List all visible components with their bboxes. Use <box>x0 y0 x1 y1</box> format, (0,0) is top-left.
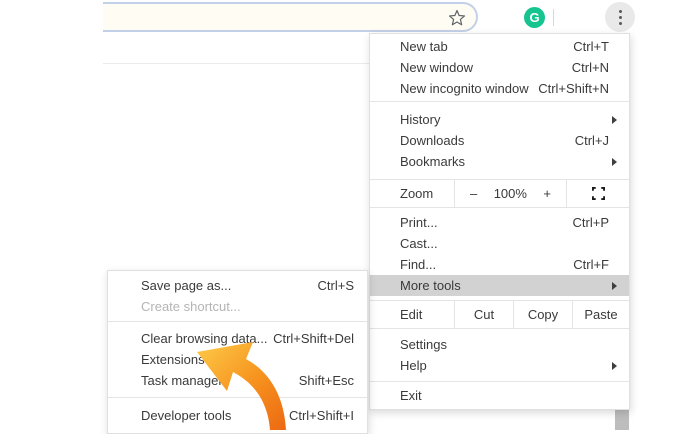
zoom-in-button[interactable]: + <box>543 186 551 201</box>
chrome-menu-button[interactable] <box>605 2 635 32</box>
three-dots-icon <box>619 10 622 25</box>
shortcut-label: Ctrl+Shift+N <box>538 81 609 96</box>
shortcut-label: Ctrl+T <box>573 39 609 54</box>
menu-item-label: New incognito window <box>400 81 538 96</box>
grammarly-extension-icon[interactable]: G <box>524 7 545 28</box>
submenu-arrow-icon <box>612 158 617 166</box>
submenu-section-tools: Clear browsing data... Ctrl+Shift+Del Ex… <box>108 322 367 397</box>
menu-section-edit: Edit Cut Copy Paste <box>370 301 629 328</box>
menu-item-label: History <box>400 112 612 127</box>
shortcut-label: Ctrl+Shift+Del <box>273 331 354 346</box>
menu-item-exit[interactable]: Exit <box>370 385 629 406</box>
menu-item-extensions[interactable]: Extensions <box>108 349 367 370</box>
menu-item-label: Extensions <box>141 352 354 367</box>
shortcut-label: Ctrl+P <box>573 215 609 230</box>
menu-section-print: Print... Ctrl+P Cast... Find... Ctrl+F M… <box>370 208 629 300</box>
shortcut-label: Ctrl+Shift+I <box>289 408 354 423</box>
menu-item-label: Cast... <box>400 236 619 251</box>
menu-item-downloads[interactable]: Downloads Ctrl+J <box>370 130 629 151</box>
submenu-section-devtools: Developer tools Ctrl+Shift+I <box>108 398 367 433</box>
menu-item-label: Task manager <box>141 373 299 388</box>
menu-item-cast[interactable]: Cast... <box>370 233 629 254</box>
browser-window: { "toolbar": { "grammarly_letter": "G", … <box>0 0 700 430</box>
menu-item-more-tools[interactable]: More tools <box>370 275 629 296</box>
menu-item-settings[interactable]: Settings <box>370 334 629 355</box>
zoom-row: Zoom – 100% + <box>370 180 629 207</box>
menu-item-label: Exit <box>400 388 619 403</box>
menu-item-label: Find... <box>400 257 573 272</box>
menu-section-zoom: Zoom – 100% + <box>370 180 629 207</box>
menu-item-clear-browsing-data[interactable]: Clear browsing data... Ctrl+Shift+Del <box>108 328 367 349</box>
menu-item-print[interactable]: Print... Ctrl+P <box>370 212 629 233</box>
toolbar-divider <box>553 9 554 26</box>
menu-section-new: New tab Ctrl+T New window Ctrl+N New inc… <box>370 34 629 101</box>
shortcut-label: Ctrl+S <box>318 278 354 293</box>
shortcut-label: Ctrl+N <box>572 60 609 75</box>
menu-item-label: Help <box>400 358 612 373</box>
zoom-label: Zoom <box>370 180 454 207</box>
submenu-arrow-icon <box>612 282 617 290</box>
shortcut-label: Ctrl+J <box>575 133 609 148</box>
menu-item-label: Clear browsing data... <box>141 331 273 346</box>
fullscreen-icon <box>592 187 605 200</box>
more-tools-submenu: Save page as... Ctrl+S Create shortcut..… <box>107 270 368 434</box>
bookmark-star-icon[interactable] <box>447 8 467 28</box>
address-bar[interactable] <box>103 2 478 32</box>
copy-button[interactable]: Copy <box>514 301 572 328</box>
menu-section-exit: Exit <box>370 382 629 409</box>
fullscreen-button[interactable] <box>567 180 629 207</box>
menu-item-label: Downloads <box>400 133 575 148</box>
menu-item-create-shortcut: Create shortcut... <box>108 296 367 317</box>
zoom-out-button[interactable]: – <box>470 186 477 201</box>
shortcut-label: Shift+Esc <box>299 373 354 388</box>
zoom-level: 100% <box>494 186 527 201</box>
menu-item-find[interactable]: Find... Ctrl+F <box>370 254 629 275</box>
menu-item-new-tab[interactable]: New tab Ctrl+T <box>370 36 629 57</box>
menu-item-save-page-as[interactable]: Save page as... Ctrl+S <box>108 275 367 296</box>
shortcut-label: Ctrl+F <box>573 257 609 272</box>
menu-item-bookmarks[interactable]: Bookmarks <box>370 151 629 172</box>
submenu-arrow-icon <box>612 116 617 124</box>
menu-item-label: Create shortcut... <box>141 299 354 314</box>
menu-item-label: Developer tools <box>141 408 289 423</box>
menu-item-developer-tools[interactable]: Developer tools Ctrl+Shift+I <box>108 405 367 426</box>
chrome-main-menu: New tab Ctrl+T New window Ctrl+N New inc… <box>369 33 630 410</box>
menu-item-label: More tools <box>400 278 612 293</box>
menu-item-help[interactable]: Help <box>370 355 629 376</box>
edit-row: Edit Cut Copy Paste <box>370 301 629 328</box>
cut-button[interactable]: Cut <box>455 301 513 328</box>
menu-item-label: Settings <box>400 337 619 352</box>
submenu-arrow-icon <box>612 362 617 370</box>
menu-item-task-manager[interactable]: Task manager Shift+Esc <box>108 370 367 391</box>
menu-item-new-incognito-window[interactable]: New incognito window Ctrl+Shift+N <box>370 78 629 99</box>
menu-item-label: Save page as... <box>141 278 318 293</box>
submenu-section-save: Save page as... Ctrl+S Create shortcut..… <box>108 271 367 321</box>
menu-item-new-window[interactable]: New window Ctrl+N <box>370 57 629 78</box>
toolbar-bottom-edge <box>103 63 369 64</box>
menu-item-label: Print... <box>400 215 573 230</box>
menu-item-history[interactable]: History <box>370 109 629 130</box>
menu-section-history: History Downloads Ctrl+J Bookmarks <box>370 102 629 179</box>
edit-label: Edit <box>370 301 454 328</box>
menu-section-settings: Settings Help <box>370 329 629 381</box>
menu-item-label: New window <box>400 60 572 75</box>
paste-button[interactable]: Paste <box>573 301 629 328</box>
menu-item-label: Bookmarks <box>400 154 612 169</box>
menu-item-label: New tab <box>400 39 573 54</box>
